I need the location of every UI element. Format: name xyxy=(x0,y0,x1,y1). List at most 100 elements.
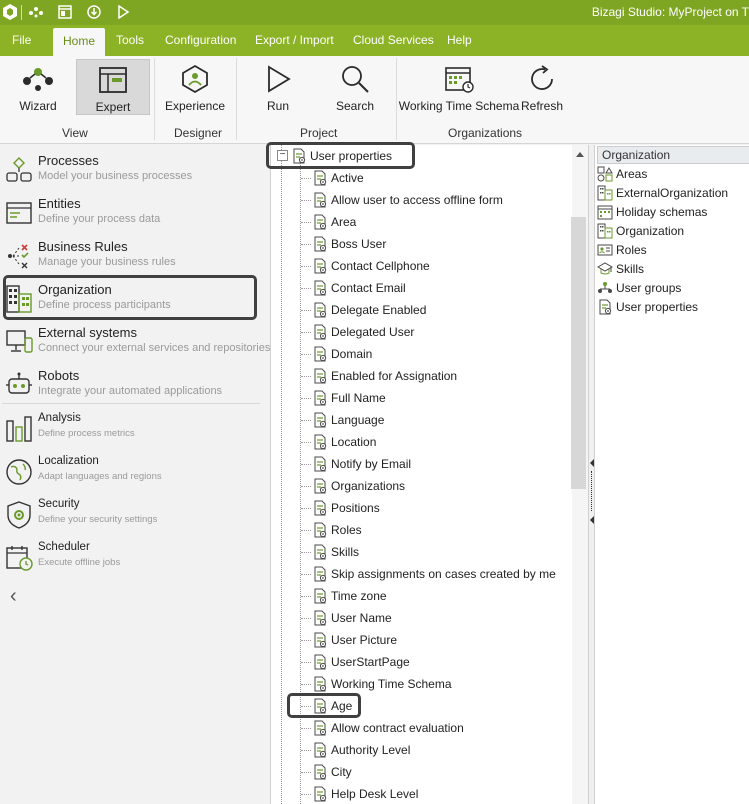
tree-node[interactable]: Area xyxy=(312,213,356,231)
tree-node[interactable]: Skip assignments on cases created by me xyxy=(312,565,556,583)
tree-node[interactable]: Full Name xyxy=(312,389,386,407)
tree-node[interactable]: Organizations xyxy=(312,477,405,495)
attribute-icon xyxy=(312,676,328,692)
run-button[interactable]: Run xyxy=(258,56,298,116)
menu-help[interactable]: Help xyxy=(447,25,472,56)
tree-node[interactable]: Authority Level xyxy=(312,741,410,759)
list-item-label: Holiday schemas xyxy=(616,205,708,219)
tree-node-label: Contact Cellphone xyxy=(331,259,430,273)
organization-list-item[interactable]: Areas xyxy=(597,165,647,183)
wizard-button[interactable]: Wizard xyxy=(12,56,64,116)
tree-node[interactable]: Positions xyxy=(312,499,380,517)
organization-list-item[interactable]: Skills xyxy=(596,260,645,278)
user-properties-highlight-box xyxy=(266,142,415,169)
menu-tools[interactable]: Tools xyxy=(116,25,144,56)
nav-security[interactable]: Security Define your security settings xyxy=(0,495,268,535)
tree-node[interactable]: Allow user to access offline form xyxy=(312,191,503,209)
download-icon[interactable] xyxy=(86,4,102,20)
tree-node-label: Working Time Schema xyxy=(331,677,452,691)
ribbon: Wizard Expert View Experience Designer R… xyxy=(0,56,749,144)
list-item-label: Skills xyxy=(616,262,645,276)
scroll-up-arrow-icon[interactable] xyxy=(576,152,584,157)
nav-analysis[interactable]: Analysis Define process metrics xyxy=(0,409,268,449)
nav-business-rules[interactable]: Business Rules Manage your business rule… xyxy=(0,236,268,276)
tree-node[interactable]: Contact Cellphone xyxy=(312,257,430,275)
tree-node[interactable]: Allow contract evaluation xyxy=(312,719,464,737)
tree-node[interactable]: Enabled for Assignation xyxy=(312,367,457,385)
tree-node[interactable]: Time zone xyxy=(312,587,387,605)
nav-title: External systems xyxy=(38,325,137,340)
collapse-panel-icon[interactable]: ‹ xyxy=(10,585,17,608)
nav-external-systems[interactable]: External systems Connect your external s… xyxy=(0,322,270,362)
menu-file[interactable]: File xyxy=(12,25,31,56)
experience-button[interactable]: Experience xyxy=(165,56,225,116)
analysis-icon xyxy=(4,409,34,449)
tree-node[interactable]: Roles xyxy=(312,521,362,539)
search-button[interactable]: Search xyxy=(330,56,380,116)
organization-list-item[interactable]: ExternalOrganization xyxy=(597,184,728,202)
tree-node-label: City xyxy=(331,765,352,779)
nav-scheduler[interactable]: Scheduler Execute offline jobs xyxy=(0,538,268,578)
play-icon[interactable] xyxy=(115,4,131,20)
tree-node-label: Delegated User xyxy=(331,325,415,339)
wizard-icon xyxy=(21,62,55,96)
tree-node[interactable]: Notify by Email xyxy=(312,455,411,473)
tree-node[interactable]: City xyxy=(312,763,352,781)
organization-icon xyxy=(597,223,613,239)
menu-home[interactable]: Home xyxy=(53,28,106,56)
skills-icon xyxy=(596,261,614,277)
holiday-schemas-icon xyxy=(597,204,613,220)
menu-export-import[interactable]: Export / Import xyxy=(255,25,334,56)
run-label: Run xyxy=(266,99,289,113)
attribute-icon xyxy=(312,412,328,428)
nav-title: Security xyxy=(38,498,80,510)
organization-list-item[interactable]: Roles xyxy=(597,241,647,259)
nav-subtitle: Define your process data xyxy=(38,213,161,225)
tree-node[interactable]: Boss User xyxy=(312,235,386,253)
attribute-icon xyxy=(312,324,328,340)
tree-node[interactable]: UserStartPage xyxy=(312,653,410,671)
tree-node-label: Active xyxy=(331,171,364,185)
tree-node[interactable]: Delegate Enabled xyxy=(312,301,426,319)
tree-node-label: Notify by Email xyxy=(331,457,412,471)
tree-node-label: Full Name xyxy=(331,391,386,405)
organization-list-item[interactable]: User groups xyxy=(597,279,681,297)
tree-node[interactable]: Working Time Schema xyxy=(312,675,452,693)
workflow-icon[interactable] xyxy=(28,4,44,20)
tree-node-label: Time zone xyxy=(331,589,387,603)
nav-entities[interactable]: Entities Define your process data xyxy=(0,193,268,233)
tree-node-label: Positions xyxy=(331,501,380,515)
tree-node[interactable]: Contact Email xyxy=(312,279,406,297)
organization-list-item[interactable]: Organization xyxy=(597,222,684,240)
expert-button[interactable]: Expert xyxy=(76,59,150,115)
tree-node[interactable]: Location xyxy=(312,433,376,451)
tree-node[interactable]: Active xyxy=(312,169,364,187)
tree-node[interactable]: Language xyxy=(312,411,384,429)
refresh-button[interactable]: Refresh xyxy=(520,56,564,116)
calendar-grid-icon xyxy=(444,62,474,96)
user-groups-icon xyxy=(597,280,613,296)
nav-title: Business Rules xyxy=(38,239,128,254)
tree-node[interactable]: User Name xyxy=(312,609,392,627)
tree-node[interactable]: User Picture xyxy=(312,631,397,649)
processes-icon xyxy=(4,150,34,190)
nav-localization[interactable]: Localization Adapt languages and regions xyxy=(0,452,268,492)
window-icon[interactable] xyxy=(57,4,73,20)
tree-node[interactable]: Delegated User xyxy=(312,323,414,341)
attribute-icon xyxy=(312,522,328,538)
nav-processes[interactable]: Processes Model your business processes xyxy=(0,150,268,190)
menu-cloud-services[interactable]: Cloud Services xyxy=(353,25,434,56)
organization-list-item[interactable]: User properties xyxy=(597,298,698,316)
tree-scroll-thumb[interactable] xyxy=(571,217,586,489)
tree-node[interactable]: Domain xyxy=(312,345,372,363)
organization-list-item[interactable]: Holiday schemas xyxy=(597,203,707,221)
working-time-schema-button[interactable]: Working Time Schema xyxy=(399,56,519,116)
tree-node-label: Area xyxy=(331,215,357,229)
nav-robots[interactable]: Robots Integrate your automated applicat… xyxy=(0,365,268,405)
attribute-icon xyxy=(312,632,328,648)
tree-node[interactable]: Help Desk Level xyxy=(312,785,418,803)
tree-node[interactable]: Skills xyxy=(312,543,359,561)
nav-subtitle: Integrate your automated applications xyxy=(38,385,223,397)
nav-title: Analysis xyxy=(38,412,81,424)
menu-configuration[interactable]: Configuration xyxy=(165,25,236,56)
